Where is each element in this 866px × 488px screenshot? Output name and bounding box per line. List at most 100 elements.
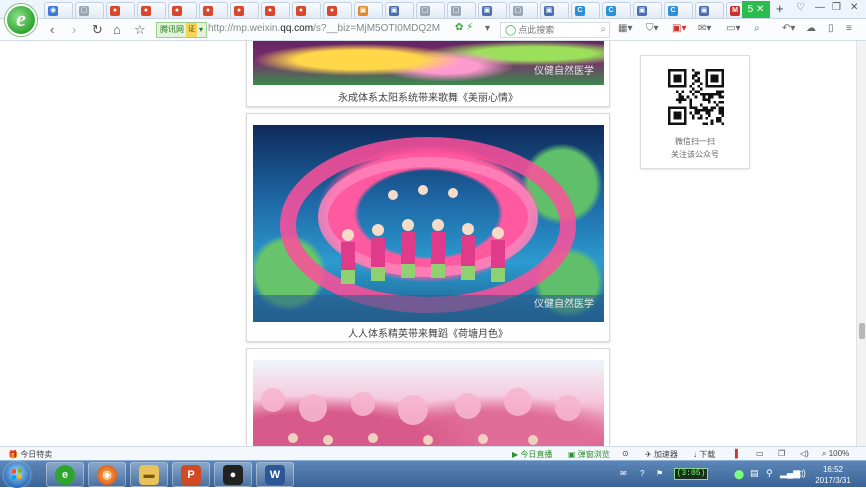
favorite-star-icon[interactable]: ☆ bbox=[134, 22, 146, 37]
browser-tab[interactable]: C bbox=[602, 2, 631, 18]
search-input[interactable] bbox=[518, 25, 599, 35]
browser-tab[interactable]: ▣ bbox=[354, 2, 383, 18]
taskbar-word[interactable]: W bbox=[256, 462, 294, 487]
flag-tray-icon[interactable]: ⚑ bbox=[656, 469, 663, 478]
firefox-icon: ◉ bbox=[97, 464, 117, 485]
tab-favicon-icon: ▢ bbox=[451, 5, 461, 16]
sound-icon[interactable]: ◁) bbox=[800, 449, 809, 458]
mail-icon[interactable]: ✉▾ bbox=[698, 23, 711, 34]
browser-tab[interactable]: C bbox=[571, 2, 600, 18]
skin-icon[interactable]: ♡ bbox=[796, 2, 805, 13]
url-dropdown-icon[interactable]: ▾ bbox=[485, 23, 490, 34]
active-tab[interactable]: 5 ✕ bbox=[742, 1, 770, 18]
new-tab-button[interactable]: + bbox=[776, 1, 784, 17]
network-tray-icon[interactable]: ▤ bbox=[750, 468, 759, 479]
vertical-scrollbar[interactable] bbox=[856, 41, 866, 446]
volume-tray-icon[interactable]: ◁) bbox=[796, 468, 806, 479]
copy-icon[interactable]: ❐ bbox=[778, 449, 785, 458]
adblock-icon[interactable]: ▣▾ bbox=[672, 23, 686, 34]
cloud-icon[interactable]: ☁ bbox=[806, 23, 816, 34]
restore-button[interactable]: ❐ bbox=[832, 2, 841, 13]
browser-tab[interactable]: ● bbox=[199, 2, 228, 18]
site-badge[interactable]: 腾讯网 证 ▾ bbox=[156, 22, 208, 38]
menu-icon[interactable]: ≡ bbox=[846, 23, 852, 34]
window-icon[interactable]: ▭ bbox=[756, 449, 764, 458]
browser-tab[interactable]: ● bbox=[168, 2, 197, 18]
close-window-button[interactable]: ✕ bbox=[850, 2, 858, 13]
forward-button[interactable]: › bbox=[72, 22, 76, 37]
battery-indicator[interactable]: (3:05) bbox=[674, 468, 708, 480]
bookmark-icon[interactable]: ▌ bbox=[735, 449, 741, 458]
shield-icon[interactable]: ⛉▾ bbox=[646, 23, 659, 34]
back-button[interactable]: ‹ bbox=[50, 22, 54, 37]
minimize-button[interactable]: — bbox=[815, 2, 825, 13]
accelerator-label: 加速器 bbox=[653, 450, 678, 459]
download-link[interactable]: ↓ 下载 bbox=[693, 449, 715, 460]
live-label: 今日直播 bbox=[520, 450, 553, 459]
browser-tab[interactable]: ● bbox=[230, 2, 259, 18]
browser-tab[interactable]: ● bbox=[106, 2, 135, 18]
start-button[interactable] bbox=[4, 462, 30, 488]
refresh-button[interactable]: ↻ bbox=[92, 22, 103, 37]
search-box[interactable]: ◯ ⌕ bbox=[500, 22, 610, 38]
browser-tab[interactable]: ▣ bbox=[633, 2, 662, 18]
accelerator-link[interactable]: ✈ 加速器 bbox=[645, 449, 678, 460]
browser-tab[interactable]: ▣ bbox=[478, 2, 507, 18]
browser-tab[interactable]: ▢ bbox=[416, 2, 445, 18]
browser-tab[interactable]: ◉ bbox=[44, 2, 73, 18]
taskbar-explorer[interactable]: ▬ bbox=[130, 462, 168, 487]
browser-tab[interactable]: ▢ bbox=[447, 2, 476, 18]
search-icon[interactable]: ⌕ bbox=[600, 24, 606, 35]
qr-line-2: 关注该公众号 bbox=[671, 150, 719, 159]
mobile-icon[interactable]: ▯ bbox=[828, 23, 834, 34]
browser-tab[interactable]: ▢ bbox=[509, 2, 538, 18]
taskbar-firefox[interactable]: ◉ bbox=[88, 462, 126, 487]
browser-tab[interactable]: ▣ bbox=[695, 2, 724, 18]
dance-photo-2: 仪健自然医学 bbox=[253, 125, 604, 322]
scrollbar-thumb[interactable] bbox=[859, 323, 865, 339]
daily-sale-link[interactable]: 🎁 今日特卖 bbox=[8, 449, 52, 460]
browser-tab[interactable]: ▣ bbox=[540, 2, 569, 18]
browser-logo-icon[interactable]: e bbox=[5, 4, 37, 36]
address-input[interactable]: http://mp.weixin.qq.com/s?__biz=MjM5OTI0… bbox=[208, 23, 440, 34]
security-shield-icon[interactable]: ✿ ⚡ bbox=[455, 22, 473, 33]
tab-favicon-icon: M bbox=[730, 5, 740, 16]
shield-tray-icon[interactable]: ⬤ bbox=[734, 469, 744, 480]
home-button[interactable]: ⌂ bbox=[113, 22, 121, 37]
mail-tray-icon[interactable]: ✉ bbox=[620, 469, 627, 478]
live-link[interactable]: ▶ 今日直播 bbox=[512, 449, 552, 460]
tab-favicon-icon: ▣ bbox=[637, 5, 647, 16]
photo-card-1: 仪健自然医学 永成体系太阳系统带来歌舞《美丽心情》 bbox=[246, 41, 610, 107]
taskbar-camera[interactable]: ● bbox=[214, 462, 252, 487]
browser-tab[interactable]: ▢ bbox=[75, 2, 104, 18]
extension-icon[interactable]: ▦▾ bbox=[618, 23, 632, 34]
tab-favicon-icon: C bbox=[606, 5, 616, 16]
undo-icon[interactable]: ↶▾ bbox=[782, 23, 795, 34]
browser-tab[interactable]: ● bbox=[323, 2, 352, 18]
browser-tab[interactable]: ● bbox=[292, 2, 321, 18]
tab-favicon-icon: ◉ bbox=[48, 5, 58, 16]
qr-code-icon[interactable] bbox=[668, 69, 724, 125]
taskbar-browser[interactable]: e bbox=[46, 462, 84, 487]
history-icon[interactable]: ⊙ bbox=[622, 449, 629, 458]
browser-tab[interactable]: ▣ bbox=[385, 2, 414, 18]
help-tray-icon[interactable]: ? bbox=[640, 469, 644, 478]
usb-tray-icon[interactable]: ⚲ bbox=[766, 468, 773, 479]
taskbar-powerpoint[interactable]: P bbox=[172, 462, 210, 487]
search-engine-icon[interactable]: ◯ bbox=[505, 25, 516, 36]
browser-tab[interactable]: ● bbox=[261, 2, 290, 18]
zoom-icon[interactable]: ⌕ bbox=[754, 23, 760, 34]
zoom-level[interactable]: ⌕ 100% bbox=[822, 449, 849, 459]
popup-mode-link[interactable]: ▣ 弹窗浏览 bbox=[568, 449, 610, 460]
camera-icon: ● bbox=[223, 464, 243, 485]
tab-favicon-icon: ● bbox=[234, 5, 244, 16]
screenshot-icon[interactable]: ▭▾ bbox=[726, 23, 740, 34]
url-domain: qq.com bbox=[280, 23, 314, 34]
clock-date: 2017/3/31 bbox=[815, 476, 851, 485]
browser-tab[interactable]: ● bbox=[137, 2, 166, 18]
tab-favicon-icon: C bbox=[668, 5, 678, 16]
tab-favicon-icon: ● bbox=[296, 5, 306, 16]
tab-favicon-icon: ▢ bbox=[513, 5, 523, 16]
browser-tab[interactable]: C bbox=[664, 2, 693, 18]
system-clock[interactable]: 16:52 2017/3/31 bbox=[808, 464, 858, 486]
